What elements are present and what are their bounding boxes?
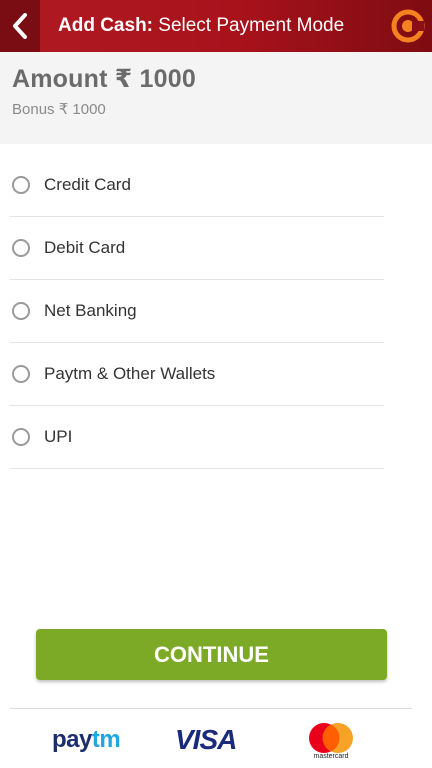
footer-divider	[10, 708, 412, 709]
payment-option-net-banking[interactable]: Net Banking	[10, 280, 384, 343]
radio-button[interactable]	[12, 176, 30, 194]
payment-option-label: UPI	[44, 427, 73, 446]
payment-option-label: Credit Card	[44, 175, 131, 194]
mastercard-logo: mastercard	[305, 722, 357, 764]
payment-option-wallets[interactable]: Paytm & Other Wallets	[10, 343, 384, 406]
paytm-logo-pay: pay	[52, 726, 92, 753]
paytm-logo-tm: tm	[91, 726, 121, 753]
continue-button[interactable]: CONTINUE	[36, 629, 387, 680]
page-title: Add Cash: Select Payment Mode	[58, 15, 344, 37]
visa-logo: VISA	[175, 724, 237, 755]
bonus-text: Bonus ₹ 1000	[12, 101, 106, 118]
payment-option-credit-card[interactable]: Credit Card	[10, 154, 384, 217]
page-title-bold: Add Cash:	[58, 15, 153, 36]
page-title-rest: Select Payment Mode	[158, 15, 345, 36]
payment-options-list: Credit Card Debit Card Net Banking Paytm…	[10, 154, 384, 469]
top-app-bar: Add Cash: Select Payment Mode	[0, 0, 432, 52]
zigzag-divider	[0, 132, 432, 142]
radio-button[interactable]	[12, 239, 30, 257]
brand-logo-icon	[391, 9, 425, 43]
radio-button[interactable]	[12, 365, 30, 383]
brand-logo-button[interactable]	[390, 8, 426, 44]
amount-panel: Amount ₹ 1000 Bonus ₹ 1000	[0, 52, 432, 144]
radio-button[interactable]	[12, 428, 30, 446]
payment-option-label: Net Banking	[44, 301, 137, 320]
paytm-logo: paytm	[52, 726, 121, 754]
back-button[interactable]	[0, 0, 40, 52]
chevron-left-icon	[13, 13, 27, 39]
payment-option-upi[interactable]: UPI	[10, 406, 384, 469]
radio-button[interactable]	[12, 302, 30, 320]
payment-option-debit-card[interactable]: Debit Card	[10, 217, 384, 280]
mastercard-text: mastercard	[313, 753, 349, 760]
mastercard-circles-icon	[309, 723, 353, 753]
payment-option-label: Debit Card	[44, 238, 126, 257]
payment-option-label: Paytm & Other Wallets	[44, 364, 216, 383]
amount-text: Amount ₹ 1000	[12, 65, 196, 93]
